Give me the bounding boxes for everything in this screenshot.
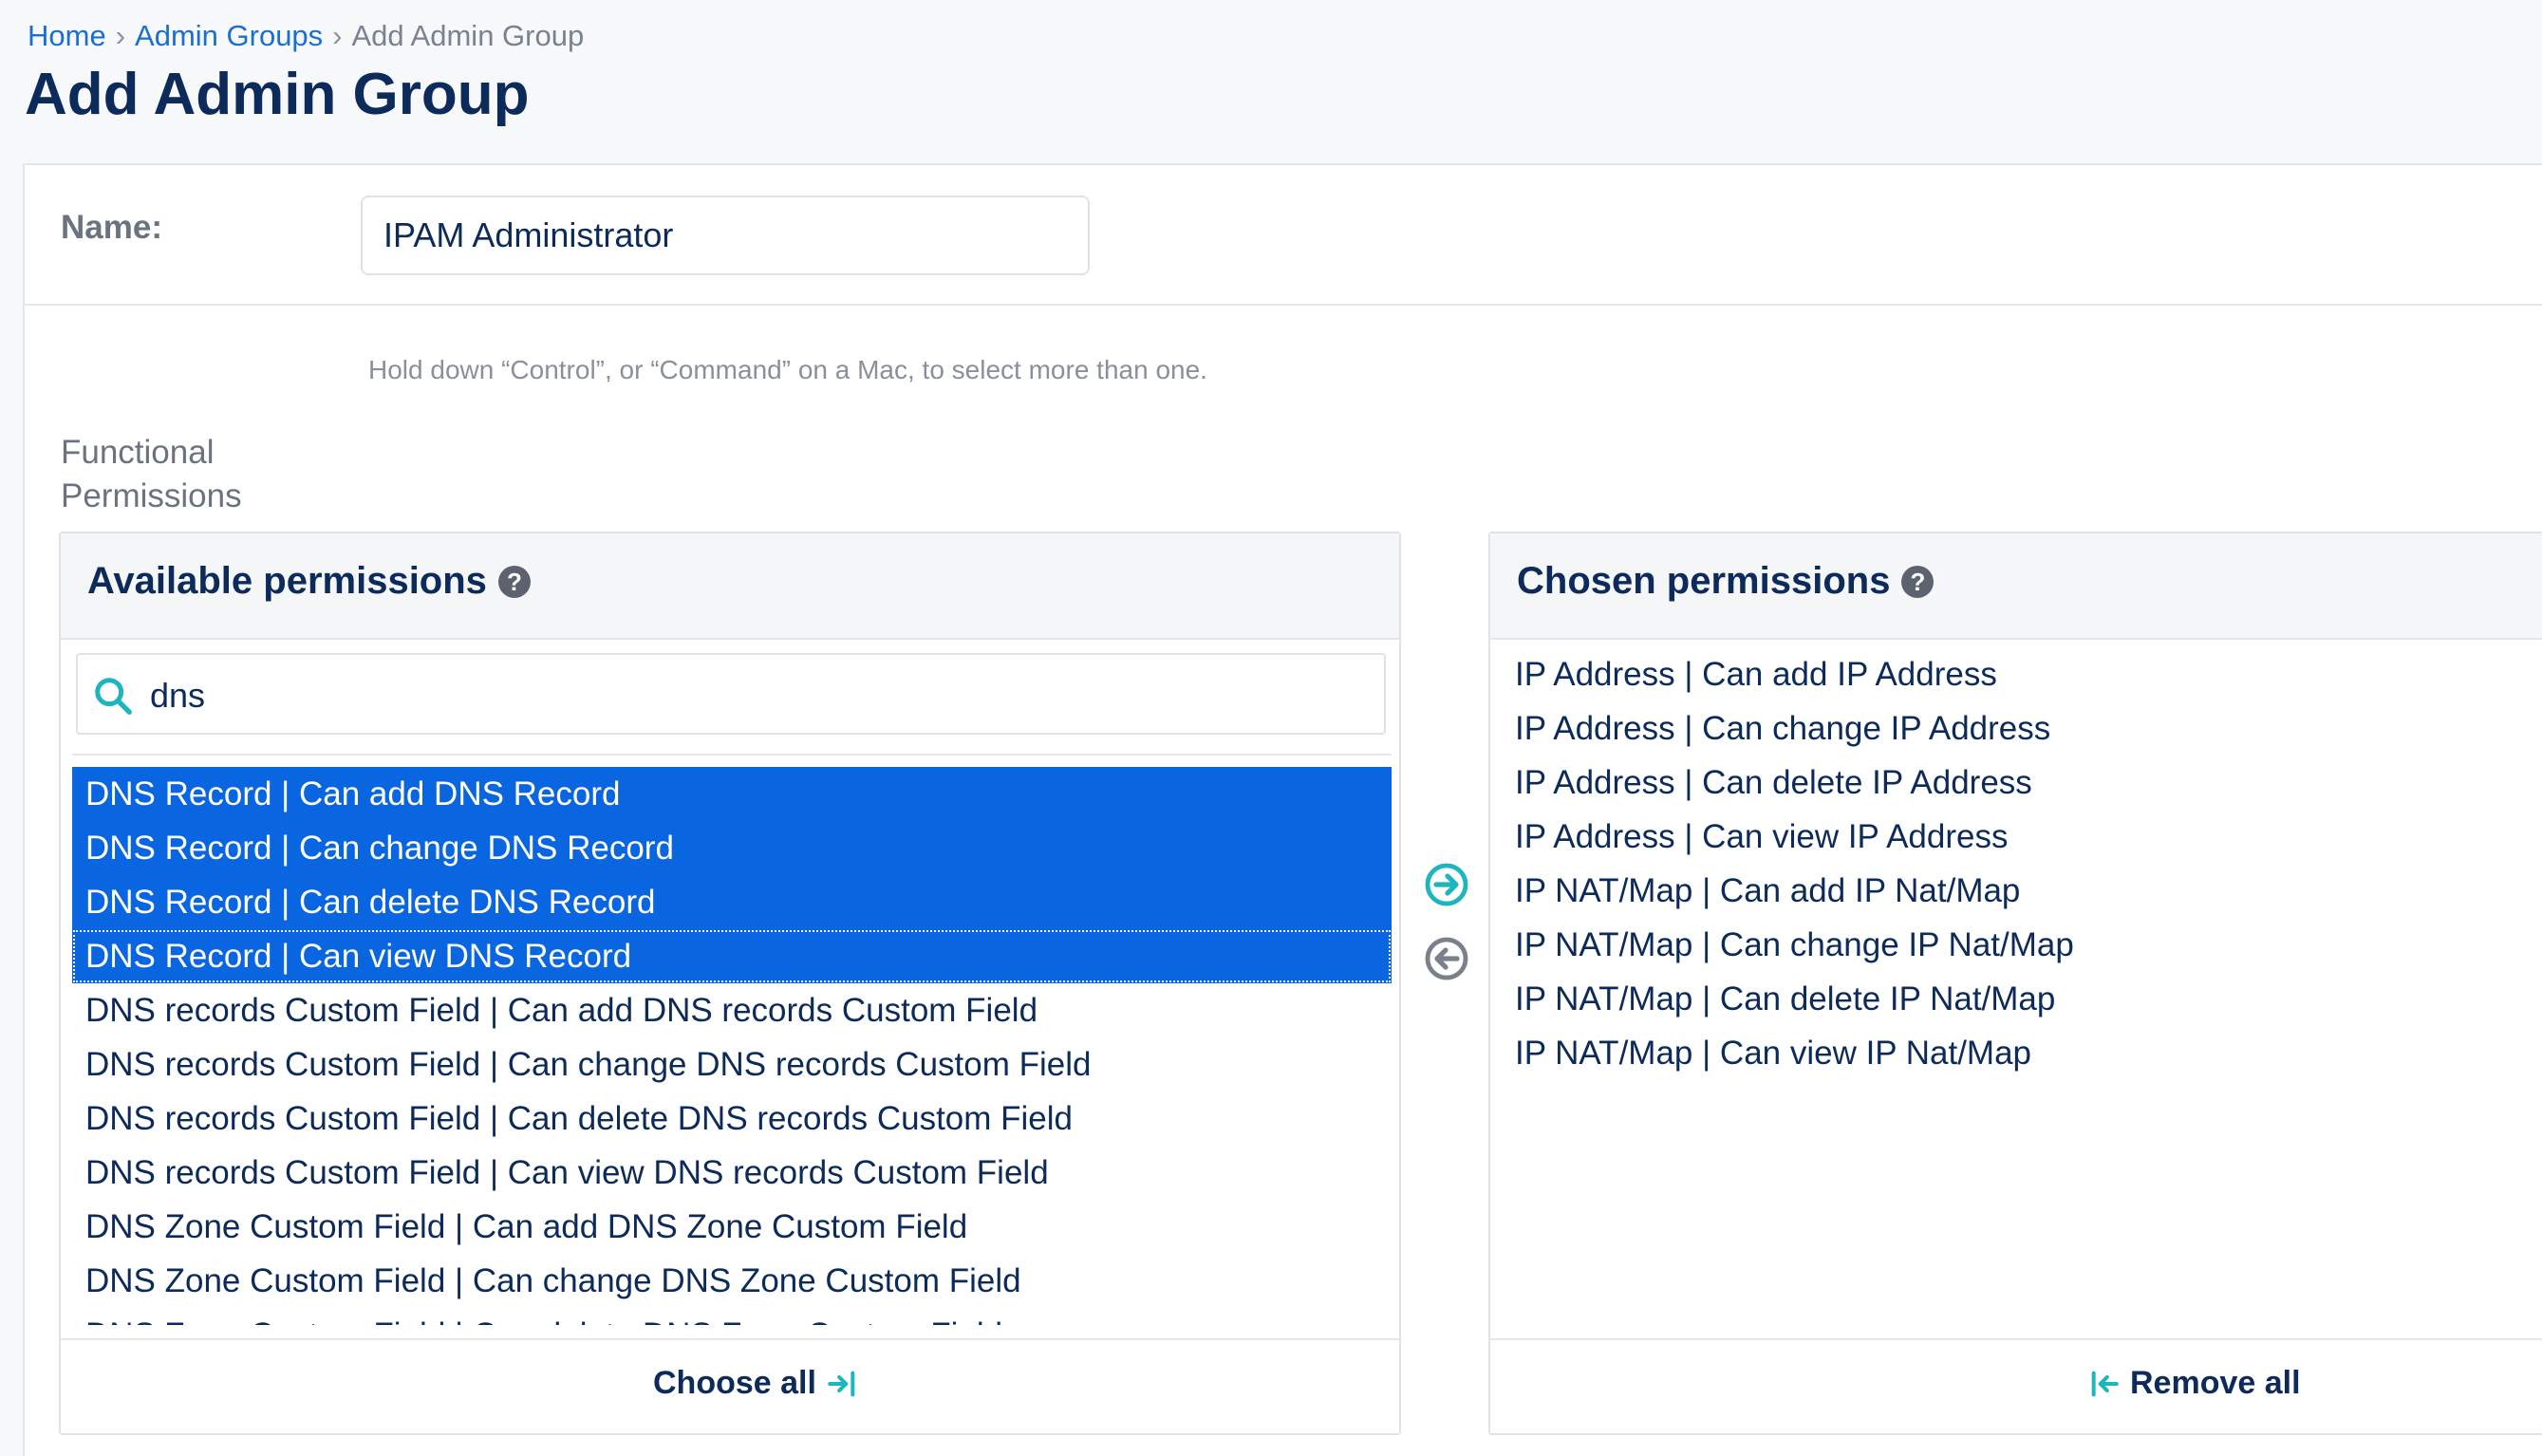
- available-option[interactable]: DNS records Custom Field | Can view DNS …: [72, 1146, 1392, 1200]
- available-option[interactable]: DNS Record | Can delete DNS Record: [72, 875, 1392, 929]
- available-footer: Choose all: [61, 1338, 1399, 1433]
- arrow-right-circle-icon[interactable]: [1424, 862, 1469, 907]
- chosen-option[interactable]: IP NAT/Map | Can change IP Nat/Map: [1505, 918, 2531, 972]
- chosen-permissions-title: Chosen permissions ?: [1517, 560, 1935, 603]
- help-icon[interactable]: ?: [497, 565, 531, 598]
- available-permissions-title-text: Available permissions: [87, 560, 487, 602]
- available-option[interactable]: DNS Zone Custom Field | Can delete DNS Z…: [72, 1308, 1392, 1325]
- chosen-permissions-header: Chosen permissions ?: [1490, 533, 2542, 640]
- available-option[interactable]: DNS records Custom Field | Can change DN…: [72, 1037, 1392, 1092]
- chosen-option[interactable]: IP Address | Can view IP Address: [1505, 810, 2531, 864]
- breadcrumb: Home › Admin Groups › Add Admin Group: [28, 17, 584, 55]
- arrow-left-to-bar-icon: [2091, 1371, 2119, 1396]
- available-filter-input[interactable]: [148, 666, 1367, 725]
- help-text: Hold down “Control”, or “Command” on a M…: [368, 355, 1207, 384]
- name-label: Name:: [61, 209, 162, 246]
- available-option[interactable]: DNS Zone Custom Field | Can add DNS Zone…: [72, 1200, 1392, 1254]
- breadcrumb-separator: ›: [332, 19, 343, 52]
- choose-all-label: Choose all: [653, 1365, 816, 1401]
- chosen-option[interactable]: IP NAT/Map | Can delete IP Nat/Map: [1505, 972, 2531, 1026]
- available-permissions-box: Available permissions ? DNS Record | Can…: [59, 532, 1401, 1435]
- breadcrumb-current: Add Admin Group: [351, 19, 585, 52]
- chosen-footer: Remove all: [1490, 1338, 2542, 1433]
- search-icon: [95, 678, 132, 715]
- chosen-option[interactable]: IP NAT/Map | Can view IP Nat/Map: [1505, 1026, 2531, 1080]
- form-panel: Name: Hold down “Control”, or “Command” …: [23, 163, 2542, 1456]
- available-option[interactable]: DNS Record | Can add DNS Record: [72, 767, 1392, 821]
- chosen-permissions-box: Chosen permissions ? IP Address | Can ad…: [1488, 532, 2542, 1435]
- available-option[interactable]: DNS records Custom Field | Can add DNS r…: [72, 983, 1392, 1037]
- arrow-right-to-bar-icon: [828, 1371, 855, 1396]
- available-permissions-header: Available permissions ?: [61, 533, 1399, 640]
- available-option[interactable]: DNS records Custom Field | Can delete DN…: [72, 1092, 1392, 1146]
- available-option[interactable]: DNS Record | Can change DNS Record: [72, 821, 1392, 875]
- remove-all-label: Remove all: [2130, 1365, 2301, 1401]
- chosen-permissions-list[interactable]: IP Address | Can add IP Address IP Addre…: [1505, 647, 2531, 1312]
- breadcrumb-admin-groups-link[interactable]: Admin Groups: [135, 19, 323, 52]
- breadcrumb-home-link[interactable]: Home: [28, 19, 106, 52]
- available-permissions-title: Available permissions ?: [87, 560, 531, 603]
- remove-all-button[interactable]: Remove all: [2079, 1365, 2301, 1402]
- available-option[interactable]: DNS Record | Can view DNS Record: [72, 929, 1392, 983]
- chosen-option[interactable]: IP Address | Can add IP Address: [1505, 647, 2531, 701]
- functional-permissions-label: Functional Permissions: [61, 434, 242, 514]
- chosen-permissions-title-text: Chosen permissions: [1517, 560, 1891, 602]
- available-filter-box: [76, 653, 1386, 735]
- help-icon[interactable]: ?: [1901, 565, 1935, 598]
- name-input[interactable]: [361, 196, 1090, 275]
- chosen-option[interactable]: IP NAT/Map | Can add IP Nat/Map: [1505, 864, 2531, 918]
- chosen-option[interactable]: IP Address | Can delete IP Address: [1505, 756, 2531, 810]
- breadcrumb-separator: ›: [115, 19, 126, 52]
- available-permissions-list[interactable]: DNS Record | Can add DNS Record DNS Reco…: [72, 754, 1392, 1325]
- chosen-option[interactable]: IP Address | Can change IP Address: [1505, 701, 2531, 756]
- arrow-left-circle-icon[interactable]: [1424, 936, 1469, 981]
- choose-all-button[interactable]: Choose all: [653, 1365, 868, 1402]
- available-option[interactable]: DNS Zone Custom Field | Can change DNS Z…: [72, 1254, 1392, 1308]
- page-title: Add Admin Group: [25, 62, 530, 127]
- name-row: Name:: [25, 165, 2542, 306]
